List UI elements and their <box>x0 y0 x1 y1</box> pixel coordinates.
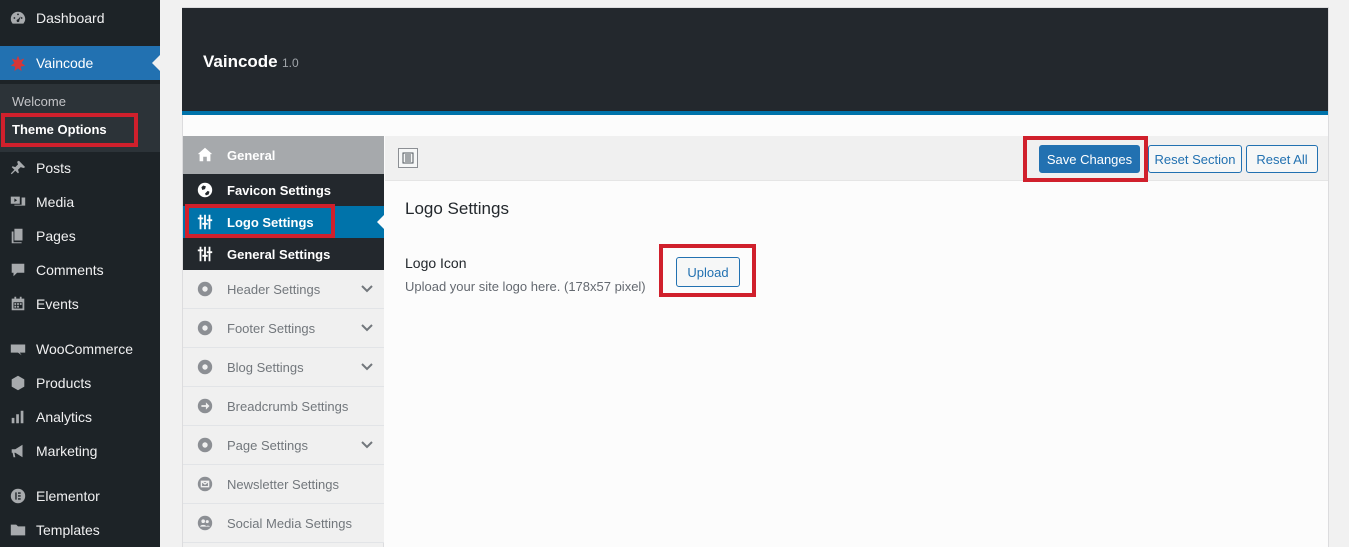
menu-label: Posts <box>36 160 72 176</box>
vaincode-icon <box>0 46 36 80</box>
woocommerce-icon <box>0 332 36 366</box>
menu-comments[interactable]: Comments <box>0 253 160 287</box>
submenu-welcome[interactable]: Welcome <box>12 94 66 109</box>
menu-label: Products <box>36 375 92 391</box>
gear-icon <box>183 280 227 298</box>
section-label: General <box>227 147 276 163</box>
menu-label: Comments <box>36 262 104 278</box>
menu-label: Events <box>36 296 79 312</box>
dashboard-icon <box>0 1 36 35</box>
folder-icon <box>0 513 36 547</box>
gear-icon <box>183 358 227 376</box>
menu-label: Templates <box>36 522 100 538</box>
menu-label: Media <box>36 194 75 210</box>
menu-marketing[interactable]: Marketing <box>0 434 160 468</box>
section-label: Favicon Settings <box>227 182 332 198</box>
section-menu: General Favicon Settings Logo Settings G… <box>183 136 385 547</box>
chevron-down-icon <box>361 324 373 332</box>
section-label: Header Settings <box>227 281 321 297</box>
menu-media[interactable]: Media <box>0 185 160 219</box>
section-label: Footer Settings <box>227 320 316 336</box>
section-label: Blog Settings <box>227 359 304 375</box>
logo-icon-label: Logo Icon <box>405 255 467 271</box>
chevron-down-icon <box>361 285 373 293</box>
highlight-theme-options <box>1 113 138 147</box>
section-label: General Settings <box>227 246 331 262</box>
section-general[interactable]: General <box>183 136 384 174</box>
box-icon <box>0 366 36 400</box>
section-label: Newsletter Settings <box>227 476 339 492</box>
highlight-upload <box>659 244 756 297</box>
highlight-logo-settings <box>185 204 335 238</box>
menu-vaincode[interactable]: Vaincode <box>0 46 160 80</box>
home-icon <box>183 146 227 164</box>
sliders-icon <box>183 245 227 263</box>
menu-products[interactable]: Products <box>0 366 160 400</box>
bar-chart-icon <box>0 400 36 434</box>
section-label: Page Settings <box>227 437 308 453</box>
panel-version: 1.0 <box>282 56 299 70</box>
media-icon <box>0 185 36 219</box>
admin-sidebar: Dashboard Vaincode Welcome Theme Options… <box>0 0 160 547</box>
menu-label: Analytics <box>36 409 93 425</box>
megaphone-icon <box>0 434 36 468</box>
options-toolbar: Save Changes Reset Section Reset All <box>385 136 1328 181</box>
menu-label: Dashboard <box>36 10 105 26</box>
menu-woocommerce[interactable]: WooCommerce <box>0 332 160 366</box>
menu-label: Vaincode <box>36 55 94 71</box>
envelope-icon <box>183 475 227 493</box>
section-header[interactable]: Header Settings <box>183 270 384 309</box>
section-footer[interactable]: Footer Settings <box>183 309 384 348</box>
panel-header: Vaincode 1.0 <box>182 8 1328 115</box>
section-blog[interactable]: Blog Settings <box>183 348 384 387</box>
calendar-icon <box>0 287 36 321</box>
expand-options-icon[interactable] <box>398 148 418 168</box>
reset-all-button[interactable]: Reset All <box>1246 145 1318 173</box>
chevron-down-icon <box>361 441 373 449</box>
panel-title: Vaincode <box>203 52 278 71</box>
menu-templates[interactable]: Templates <box>0 513 160 547</box>
reset-section-button[interactable]: Reset Section <box>1148 145 1242 173</box>
menu-label: Pages <box>36 228 76 244</box>
menu-label: WooCommerce <box>36 341 133 357</box>
gear-icon <box>183 436 227 454</box>
menu-analytics[interactable]: Analytics <box>0 400 160 434</box>
section-title: Logo Settings <box>405 199 509 218</box>
gear-icon <box>183 319 227 337</box>
section-newsletter[interactable]: Newsletter Settings <box>183 465 384 504</box>
menu-pages[interactable]: Pages <box>0 219 160 253</box>
menu-events[interactable]: Events <box>0 287 160 321</box>
section-page[interactable]: Page Settings <box>183 426 384 465</box>
highlight-save-changes <box>1023 136 1148 182</box>
users-icon <box>183 514 227 532</box>
arrow-right-circle-icon <box>183 397 227 415</box>
menu-label: Elementor <box>36 488 100 504</box>
chevron-down-icon <box>361 363 373 371</box>
section-favicon[interactable]: Favicon Settings <box>183 174 384 206</box>
menu-elementor[interactable]: Elementor <box>0 479 160 513</box>
menu-label: Marketing <box>36 443 98 459</box>
section-label: Breadcrumb Settings <box>227 398 349 414</box>
comments-icon <box>0 253 36 287</box>
pages-icon <box>0 219 36 253</box>
section-breadcrumb[interactable]: Breadcrumb Settings <box>183 387 384 426</box>
logo-icon-description: Upload your site logo here. (178x57 pixe… <box>405 279 646 294</box>
section-social[interactable]: Social Media Settings <box>183 504 384 543</box>
section-general-settings[interactable]: General Settings <box>183 238 384 270</box>
menu-dashboard[interactable]: Dashboard <box>0 1 160 35</box>
globe-icon <box>183 181 227 199</box>
section-label: Social Media Settings <box>227 515 353 531</box>
elementor-icon <box>0 479 36 513</box>
pin-icon <box>0 151 36 185</box>
menu-posts[interactable]: Posts <box>0 151 160 185</box>
